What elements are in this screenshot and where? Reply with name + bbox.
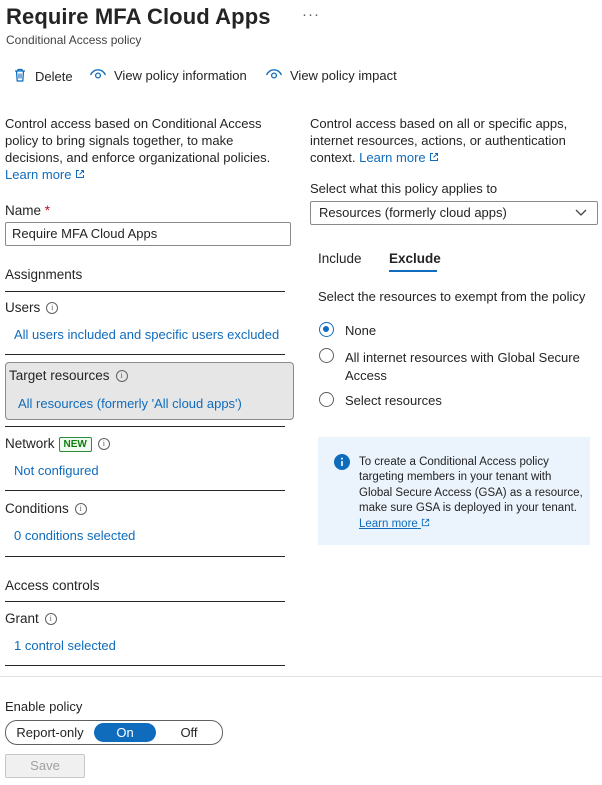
divider bbox=[5, 426, 285, 427]
info-icon[interactable]: i bbox=[97, 438, 110, 451]
divider bbox=[5, 556, 285, 557]
name-label: Name * bbox=[5, 203, 50, 218]
left-learn-more-label: Learn more bbox=[5, 167, 72, 182]
target-resources-label-text: Target resources bbox=[9, 368, 110, 383]
eye-icon bbox=[89, 67, 107, 84]
access-controls-heading: Access controls bbox=[5, 578, 100, 593]
eye-icon bbox=[265, 67, 283, 84]
left-intro-text: Control access based on Conditional Acce… bbox=[5, 116, 271, 165]
info-icon[interactable]: i bbox=[44, 613, 57, 626]
more-options-button[interactable]: ··· bbox=[302, 6, 320, 23]
radio-internet-resources-label: All internet resources with Global Secur… bbox=[345, 350, 580, 383]
divider bbox=[5, 354, 285, 355]
info-learn-more-label: Learn more bbox=[359, 517, 418, 530]
right-intro: Control access based on all or specific … bbox=[310, 115, 592, 166]
radio-select-resources[interactable] bbox=[319, 392, 334, 407]
footer-divider bbox=[0, 676, 602, 677]
toggle-on[interactable]: On bbox=[94, 723, 156, 742]
delete-button[interactable]: Delete bbox=[12, 67, 73, 86]
applies-to-value: Resources (formerly cloud apps) bbox=[319, 205, 507, 220]
radio-none[interactable] bbox=[319, 322, 334, 337]
active-tab-indicator bbox=[389, 270, 437, 272]
conditions-label-text: Conditions bbox=[5, 501, 69, 516]
assignments-heading: Assignments bbox=[5, 267, 83, 282]
network-label: Network NEW i bbox=[5, 436, 110, 452]
right-learn-more-label: Learn more bbox=[359, 150, 426, 165]
page-title: Require MFA Cloud Apps bbox=[6, 4, 271, 29]
external-link-icon bbox=[75, 167, 85, 182]
delete-label: Delete bbox=[35, 69, 73, 84]
divider bbox=[5, 601, 285, 602]
conditions-label: Conditions i bbox=[5, 501, 87, 516]
users-label-text: Users bbox=[5, 300, 41, 315]
page-subtitle: Conditional Access policy bbox=[6, 33, 142, 47]
radio-none-label: None bbox=[345, 323, 377, 338]
external-link-icon bbox=[429, 150, 439, 165]
trash-icon bbox=[12, 67, 28, 86]
tab-exclude[interactable]: Exclude bbox=[389, 251, 441, 266]
right-learn-more-link[interactable]: Learn more bbox=[359, 150, 439, 165]
view-policy-info-label: View policy information bbox=[114, 68, 247, 83]
info-message-box: To create a Conditional Access policy ta… bbox=[318, 437, 590, 545]
grant-label-text: Grant bbox=[5, 611, 39, 626]
left-learn-more-link[interactable]: Learn more bbox=[5, 167, 85, 182]
divider bbox=[5, 665, 285, 666]
enable-policy-toggle[interactable]: Report-only On Off bbox=[5, 720, 223, 745]
name-input[interactable]: Require MFA Cloud Apps bbox=[5, 222, 291, 246]
radio-internet-resources[interactable] bbox=[319, 348, 334, 363]
info-icon[interactable]: i bbox=[74, 503, 87, 516]
enable-policy-label: Enable policy bbox=[5, 699, 83, 714]
info-learn-more-link[interactable]: Learn more bbox=[359, 518, 430, 530]
new-badge: NEW bbox=[58, 436, 92, 452]
external-link-icon bbox=[421, 518, 430, 530]
grant-label: Grant i bbox=[5, 611, 57, 626]
exempt-label: Select the resources to exempt from the … bbox=[318, 289, 586, 304]
target-resources-link[interactable]: All resources (formerly 'All cloud apps'… bbox=[18, 396, 242, 411]
target-resources-label: Target resources i bbox=[9, 368, 128, 383]
required-asterisk: * bbox=[44, 203, 51, 218]
view-policy-info-button[interactable]: View policy information bbox=[89, 67, 247, 84]
conditions-link[interactable]: 0 conditions selected bbox=[14, 528, 135, 543]
save-button[interactable]: Save bbox=[5, 754, 85, 778]
toggle-report-only[interactable]: Report-only bbox=[6, 721, 94, 744]
applies-to-dropdown[interactable]: Resources (formerly cloud apps) bbox=[310, 201, 598, 225]
left-intro: Control access based on Conditional Acce… bbox=[5, 115, 273, 183]
info-icon[interactable]: i bbox=[46, 302, 59, 315]
info-icon[interactable]: i bbox=[115, 370, 128, 383]
info-message: To create a Conditional Access policy ta… bbox=[359, 455, 584, 532]
info-filled-icon bbox=[334, 454, 350, 473]
grant-link[interactable]: 1 control selected bbox=[14, 638, 116, 653]
network-label-text: Network bbox=[5, 436, 55, 451]
radio-select-resources-label: Select resources bbox=[345, 393, 442, 408]
divider bbox=[5, 490, 285, 491]
tab-include[interactable]: Include bbox=[318, 251, 362, 266]
view-policy-impact-button[interactable]: View policy impact bbox=[265, 67, 397, 84]
view-policy-impact-label: View policy impact bbox=[290, 68, 397, 83]
users-link[interactable]: All users included and specific users ex… bbox=[14, 327, 279, 342]
name-label-text: Name bbox=[5, 203, 42, 218]
toggle-off[interactable]: Off bbox=[156, 721, 222, 744]
divider bbox=[5, 291, 285, 292]
network-link[interactable]: Not configured bbox=[14, 463, 99, 478]
chevron-down-icon bbox=[575, 202, 587, 231]
info-message-text: To create a Conditional Access policy ta… bbox=[359, 456, 583, 515]
applies-to-label: Select what this policy applies to bbox=[310, 181, 498, 196]
users-label: Users i bbox=[5, 300, 59, 315]
